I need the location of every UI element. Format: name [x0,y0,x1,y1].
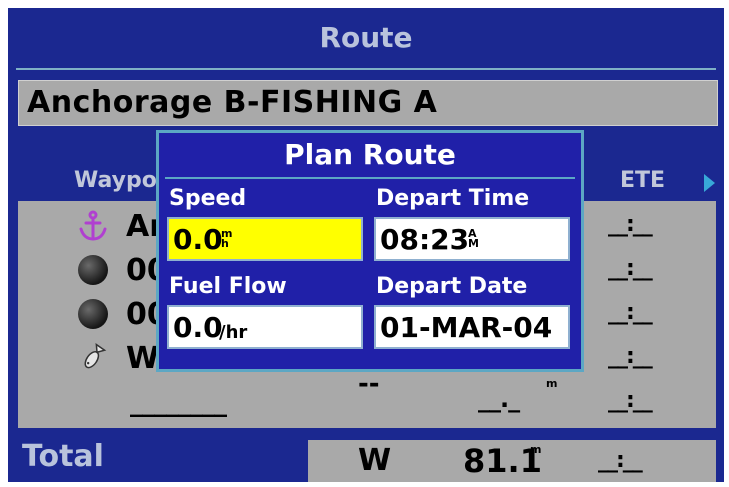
speed-label: Speed [169,186,247,211]
total-row: Total W 81.1 m __:__ [8,432,724,482]
depart-time-value: 08:23 [380,223,470,256]
depart-date-value: 01-MAR-04 [380,311,553,344]
dark-ball-icon [78,299,108,329]
ete-header: ETE [620,168,666,193]
waypoint-ete: __:__ [608,344,653,369]
dark-ball-icon [78,255,108,285]
speed-unit: mh [221,227,233,250]
page-title: Route [319,21,413,54]
fuel-flow-unit: /hr [219,322,248,343]
new-waypoint-placeholder: ________ [130,388,227,418]
fuel-flow-value: 0.0 [173,311,223,344]
speed-value: 0.0 [173,223,223,256]
scroll-right-icon[interactable] [704,174,715,192]
distance-unit: m [546,377,558,390]
waypoint-header: Waypo [74,168,157,193]
fuel-flow-field[interactable]: 0.0 /hr [167,305,363,349]
depart-date-field[interactable]: 01-MAR-04 [374,305,570,349]
waypoint-ete: __:__ [608,256,653,281]
total-ete: __:__ [598,448,643,473]
distance-value: __._ [478,385,520,413]
depart-time-field[interactable]: 08:23 AM [374,217,570,261]
depart-time-ampm: AM [468,227,479,250]
fish-icon [84,342,107,369]
route-name: Anchorage B-FISHING A [27,85,438,120]
route-name-field[interactable]: Anchorage B-FISHING A [18,80,718,126]
total-label: Total [22,439,104,474]
dialog-title: Plan Route [284,138,456,171]
waypoint-ete: __:__ [608,388,653,413]
route-screen: Route Anchorage B-FISHING A Waypo ETE An… [8,8,724,482]
list-item[interactable]: ________ -- __._ m __:__ [18,369,716,425]
dialog-divider [165,177,575,179]
speed-field[interactable]: 0.0 mh [167,217,363,261]
plan-route-dialog: Plan Route Speed Depart Time 0.0 mh 08:2… [156,130,584,372]
distance-placeholder: -- [358,369,380,399]
total-values: W 81.1 m __:__ [308,440,716,482]
total-distance-unit: m [530,443,542,456]
depart-date-label: Depart Date [376,274,528,299]
title-divider [16,68,716,70]
waypoint-ete: __:__ [608,300,653,325]
waypoint-ete: __:__ [608,212,653,237]
fuel-flow-label: Fuel Flow [169,274,287,299]
depart-time-label: Depart Time [376,186,530,211]
total-direction: W [358,443,392,478]
anchor-icon [79,210,107,241]
